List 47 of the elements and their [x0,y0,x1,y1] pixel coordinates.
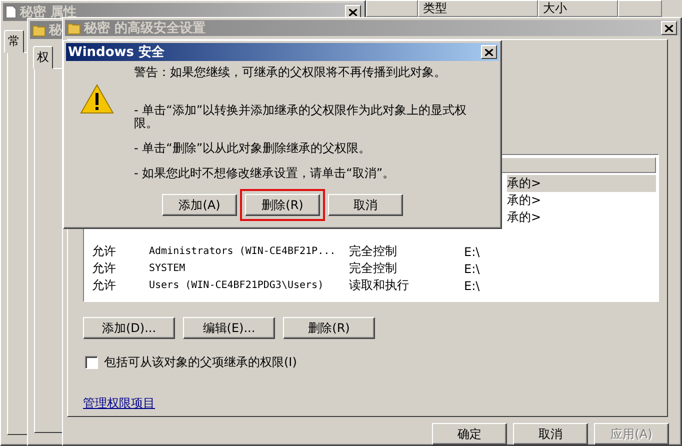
table-cell-text: SYSTEM [149,263,186,274]
table-cell-text: Users (WIN-CE4BF21PDG3\Users) [149,280,325,291]
link[interactable]: 管理权限项目 [83,395,155,412]
tab[interactable]: 权 [33,46,53,69]
table-cell-text: E:\ [464,244,481,258]
tab[interactable]: 常 [4,30,24,53]
window-title: 秘 [49,22,62,39]
table-cell-text: 允许 [92,260,117,277]
table-cell-text: 完全控制 [349,260,398,277]
dialog-button[interactable]: 取消 [328,194,403,216]
list-row[interactable]: 承的> [507,209,656,226]
warning-text: 警告：如果您继续，可继承的父权限将不再传播到此对象。 [134,66,447,79]
checkbox-label[interactable]: 包括可从该对象的父项继承的权限(I) [104,354,297,371]
column-header[interactable] [366,0,418,17]
table-cell-text: 允许 [92,277,117,294]
list-button[interactable]: 删除(R) [283,317,375,339]
list-button[interactable]: 添加(D)... [83,317,175,339]
close-button[interactable] [481,45,497,59]
instruction-text: - 如果您此时不想修改继承设置，请单击“取消”。 [134,167,396,180]
list-row[interactable]: 承的> [507,175,656,192]
warning-icon [80,84,114,114]
table-cell-text: 允许 [92,243,117,260]
close-icon [485,48,493,56]
dialog-button[interactable]: 添加(A) [162,194,237,216]
table-cell-text: E:\ [464,278,481,292]
column-header[interactable] [618,0,662,17]
table-cell-text: E:\ [464,262,481,276]
instruction-text: - 单击“删除”以从此对象删除继承的父权限。 [134,142,372,155]
table-cell-text: Administrators (WIN-CE4BF21P... [149,246,337,257]
column-header[interactable]: 类型 [418,0,538,17]
footer-button[interactable]: 确定 [432,423,507,445]
close-icon [665,24,673,32]
document-icon [5,5,17,19]
list-button[interactable]: 编辑(E)... [183,317,275,339]
instruction-text: - 单击“添加”以转换并添加继承的父权限作为此对象上的显式权限。 [134,104,468,130]
table-cell-text: 读取和执行 [349,277,410,294]
close-icon [349,8,357,16]
footer-button[interactable]: 取消 [513,423,588,445]
window-title: 秘密 属性 [20,4,77,21]
window-title: 秘密 的高级安全设置 [84,20,206,36]
checkbox[interactable] [85,356,98,369]
window-title: Windows 安全 [68,44,165,61]
table-cell-text: 完全控制 [349,243,398,260]
folder-icon [32,23,46,37]
column-header[interactable]: 大小 [538,0,618,17]
list-row[interactable]: 承的> [507,192,656,209]
dialog-button[interactable]: 删除(R) [245,194,320,216]
